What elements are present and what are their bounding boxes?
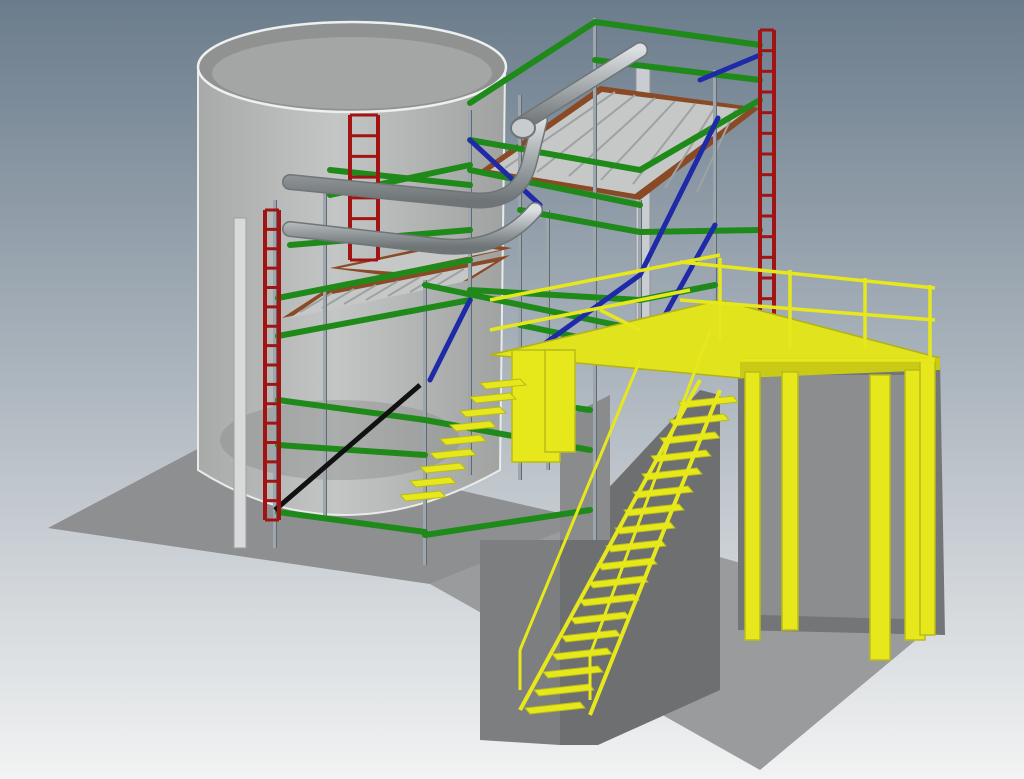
post-left (233, 217, 247, 549)
steel-column (744, 371, 761, 641)
steel-column (869, 374, 891, 661)
ledger-tube (637, 227, 763, 235)
scaffold-3d-model (0, 0, 1024, 779)
steel-column (781, 371, 799, 631)
steel-column (544, 349, 576, 453)
cad-viewport[interactable] (0, 0, 1024, 779)
steel-column (919, 359, 936, 636)
